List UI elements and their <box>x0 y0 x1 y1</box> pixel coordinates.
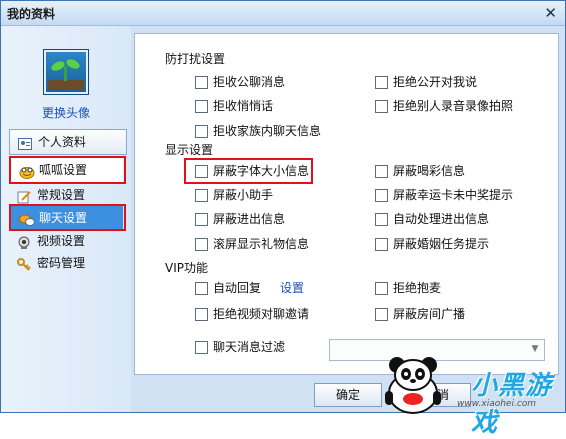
checkbox-box[interactable] <box>375 165 388 178</box>
sidebar-item-video-settings[interactable]: 视频设置 <box>9 229 125 253</box>
checkbox-box[interactable] <box>195 213 208 226</box>
checkbox-box[interactable] <box>375 213 388 226</box>
close-icon[interactable]: ✕ <box>544 4 557 22</box>
webcam-icon <box>17 234 31 249</box>
seedling-icon <box>48 59 84 90</box>
auto-reply-settings-link[interactable]: 设置 <box>280 279 304 297</box>
checkbox-box[interactable] <box>375 189 388 202</box>
contact-card-icon <box>18 135 32 150</box>
watermark-url: www.xiaohei.com <box>457 399 537 409</box>
settings-panel: 防打扰设置 拒收公聊消息 拒绝公开对我说 拒收悄悄话 拒绝别人录音录像拍照 拒收… <box>134 33 559 375</box>
checkbox-box[interactable] <box>195 238 208 251</box>
checkbox-box[interactable] <box>195 100 208 113</box>
checkbox-box[interactable] <box>375 238 388 251</box>
window-title: 我的资料 <box>7 7 56 21</box>
sidebar-item-label: 视频设置 <box>37 234 86 248</box>
highlight-box-guagua <box>9 156 126 184</box>
section-title-display: 显示设置 <box>165 143 214 157</box>
highlight-box-font-size <box>184 158 313 184</box>
checkbox-box[interactable] <box>375 308 388 321</box>
sidebar-item-label: 个人资料 <box>38 135 87 149</box>
section-title-vip: VIP功能 <box>165 261 208 275</box>
checkbox-box[interactable] <box>195 189 208 202</box>
title-bar[interactable]: 我的资料 ✕ <box>1 1 565 26</box>
sidebar-item-personal-profile[interactable]: 个人资料 <box>9 129 127 155</box>
avatar[interactable] <box>43 49 89 95</box>
checkbox-box[interactable] <box>195 76 208 89</box>
checkbox-box[interactable] <box>195 125 208 138</box>
checkbox-box[interactable] <box>375 100 388 113</box>
highlight-box-chat <box>9 204 126 231</box>
key-icon <box>17 256 31 271</box>
checkbox-box[interactable] <box>375 282 388 295</box>
sidebar-item-password-management[interactable]: 密码管理 <box>9 251 125 275</box>
checkbox-box[interactable] <box>195 341 208 354</box>
change-avatar-link[interactable]: 更换头像 <box>42 104 90 121</box>
my-profile-window: 我的资料 ✕ 更换头像 个人资料 呱呱设置 常规设置 聊天设置 视频设置 密码管… <box>0 0 566 438</box>
section-title-anti-disturb: 防打扰设置 <box>165 52 226 66</box>
checkbox-box[interactable] <box>195 282 208 295</box>
sidebar-item-label: 密码管理 <box>37 256 86 270</box>
checkbox-box[interactable] <box>375 76 388 89</box>
edit-note-icon <box>17 188 31 204</box>
checkbox-box[interactable] <box>195 308 208 321</box>
